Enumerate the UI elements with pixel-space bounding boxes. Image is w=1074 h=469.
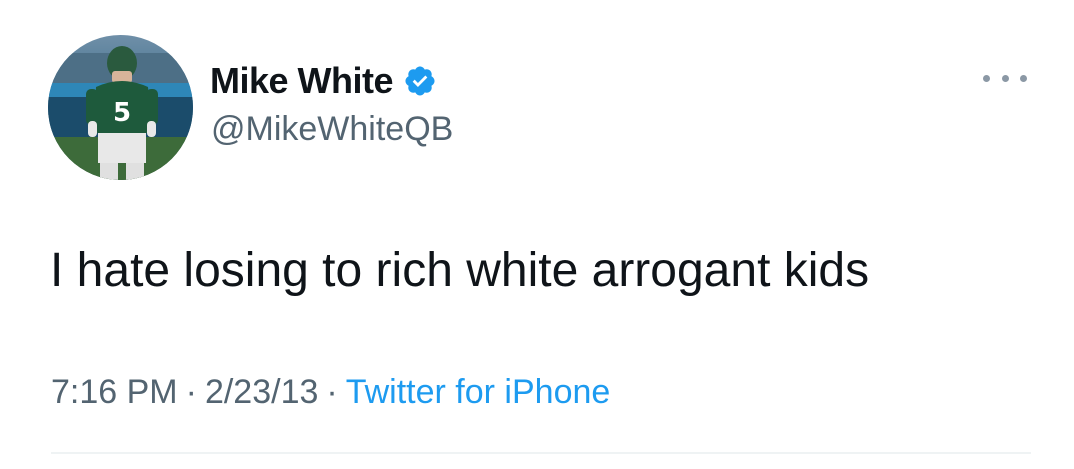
display-name[interactable]: Mike White <box>210 60 394 102</box>
avatar[interactable]: 5 <box>48 35 193 180</box>
divider <box>51 452 1031 454</box>
author-handle[interactable]: @MikeWhiteQB <box>211 110 453 149</box>
avatar-photo-icon: 5 <box>48 35 193 180</box>
tweet-metadata: 7:16 PM · 2/23/13 · Twitter for iPhone <box>51 368 610 416</box>
tweet-time[interactable]: 7:16 PM <box>51 373 178 411</box>
tweet-source-link[interactable]: Twitter for iPhone <box>346 373 611 411</box>
author-name-row: Mike White <box>210 56 437 106</box>
dot <box>1001 74 1009 82</box>
tweet-card: 5 Mike White @MikeWhiteQB I hate losing … <box>0 0 1074 469</box>
tweet-text: I hate losing to rich white arrogant kid… <box>50 244 870 297</box>
tweet-date[interactable]: 2/23/13 <box>205 373 318 411</box>
separator: · <box>185 373 197 411</box>
dot <box>983 74 990 82</box>
dot <box>1020 74 1027 82</box>
separator: · <box>326 373 338 411</box>
verified-badge-icon <box>403 64 437 98</box>
jersey-number: 5 <box>113 98 131 128</box>
more-options-icon[interactable] <box>983 66 1027 90</box>
